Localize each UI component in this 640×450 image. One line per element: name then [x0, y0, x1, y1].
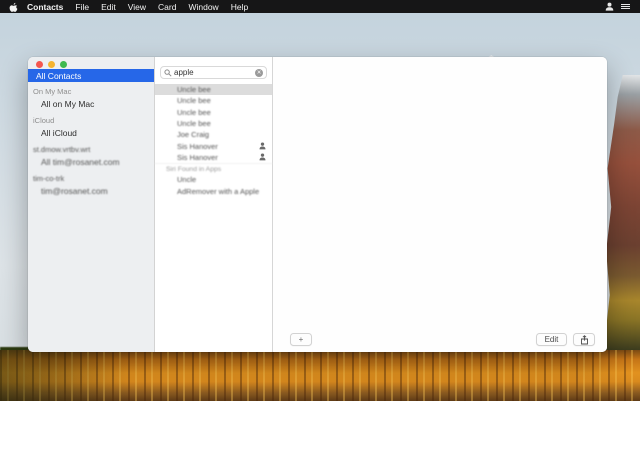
contact-row[interactable]: AdRemover with a Apple — [155, 185, 272, 196]
share-icon — [580, 334, 588, 344]
menu-edit[interactable]: Edit — [101, 2, 116, 12]
edit-button[interactable]: Edit — [536, 333, 567, 346]
results-section-header: Siri Found in Apps — [155, 163, 272, 174]
contact-row[interactable]: Uncle bee — [155, 118, 272, 129]
sidebar-header-account-2: tim-co-trk — [33, 174, 65, 183]
person-icon — [259, 153, 266, 161]
add-contact-button[interactable]: + — [290, 333, 312, 346]
contact-row[interactable]: Sis Hanover — [155, 152, 272, 163]
share-button[interactable] — [573, 333, 595, 346]
menu-card[interactable]: Card — [158, 2, 176, 12]
search-icon — [164, 68, 172, 77]
sidebar-item-account-1[interactable]: All tim@rosanet.com — [28, 155, 154, 169]
menu-window[interactable]: Window — [188, 2, 218, 12]
search-input[interactable] — [174, 68, 253, 77]
sidebar-item-all-icloud[interactable]: All iCloud — [28, 126, 154, 140]
search-results: Uncle bee Uncle bee Uncle bee Uncle bee … — [155, 84, 272, 197]
sidebar-header-account-1: st.dmow.vrtbv.wrt — [33, 145, 91, 154]
contact-row[interactable]: Sis Hanover — [155, 140, 272, 151]
minimize-button[interactable] — [48, 61, 55, 68]
contact-row[interactable]: Uncle — [155, 174, 272, 185]
contacts-list-pane: ✕ Uncle bee Uncle bee Uncle bee Uncle be… — [155, 57, 273, 352]
contact-row[interactable]: Uncle bee — [155, 84, 272, 96]
apple-menu[interactable] — [9, 2, 18, 12]
sidebar-header-on-my-mac: On My Mac — [33, 87, 72, 96]
list-icon[interactable] — [621, 4, 630, 9]
window-controls — [36, 61, 67, 68]
zoom-button[interactable] — [60, 61, 67, 68]
sidebar: All Contacts On My Mac All on My Mac iCl… — [28, 57, 155, 352]
menu-help[interactable]: Help — [231, 2, 248, 12]
user-icon[interactable] — [605, 2, 614, 11]
contact-row[interactable]: Uncle bee — [155, 107, 272, 118]
sidebar-header-icloud: iCloud — [33, 116, 55, 125]
lake-reflection — [0, 350, 640, 401]
sidebar-item-all-on-my-mac[interactable]: All on My Mac — [28, 97, 154, 111]
menu-contacts[interactable]: Contacts — [27, 2, 63, 12]
apple-icon — [9, 2, 18, 12]
sidebar-item-account-2[interactable]: tim@rosanet.com — [28, 184, 154, 198]
contact-row[interactable]: Uncle bee — [155, 95, 272, 106]
sidebar-item-all-contacts[interactable]: All Contacts — [28, 69, 154, 82]
clear-icon[interactable]: ✕ — [255, 68, 263, 77]
person-icon — [259, 142, 266, 150]
contacts-window: All Contacts On My Mac All on My Mac iCl… — [28, 57, 607, 352]
menu-bar: Contacts File Edit View Card Window Help — [0, 0, 640, 13]
menu-file[interactable]: File — [75, 2, 89, 12]
menu-view[interactable]: View — [128, 2, 146, 12]
search-field[interactable]: ✕ — [160, 66, 267, 79]
close-button[interactable] — [36, 61, 43, 68]
contact-row[interactable]: Joe Craig — [155, 129, 272, 140]
contact-detail-pane: + Edit — [273, 57, 607, 352]
